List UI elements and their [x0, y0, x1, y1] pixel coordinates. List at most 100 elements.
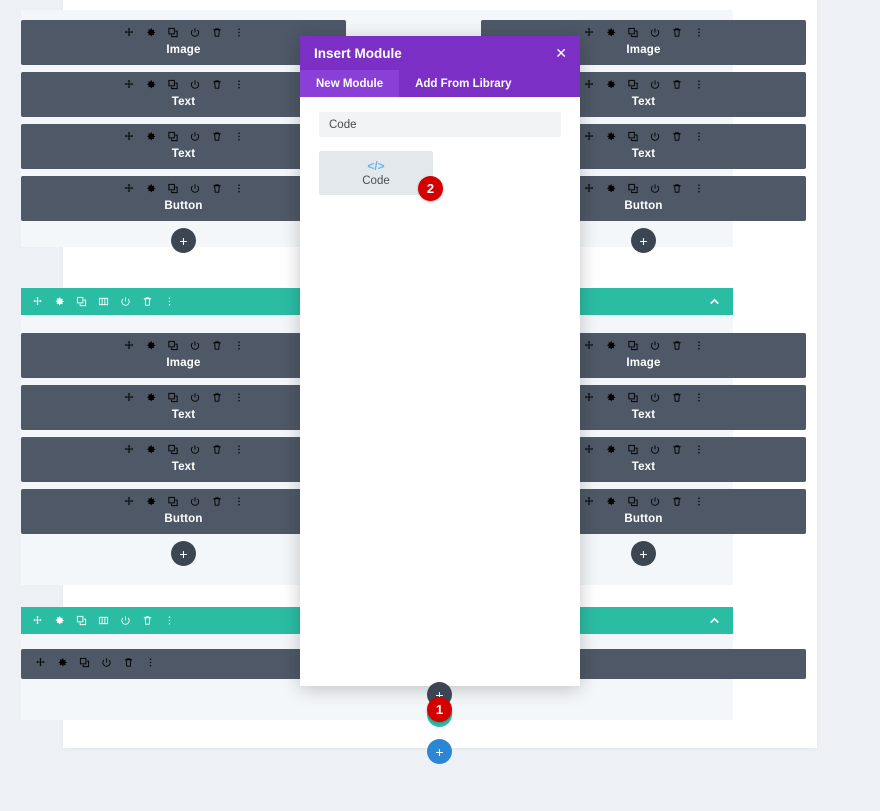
- move-icon[interactable]: [583, 392, 594, 403]
- delete-icon[interactable]: [211, 183, 222, 194]
- more-icon[interactable]: [233, 392, 244, 403]
- section-one-column-left[interactable]: Image Text Text Button +: [21, 20, 346, 253]
- duplicate-icon[interactable]: [76, 296, 87, 307]
- settings-icon[interactable]: [145, 496, 156, 507]
- module-toolbar[interactable]: [123, 392, 244, 403]
- module-toolbar[interactable]: [583, 496, 704, 507]
- more-icon[interactable]: [233, 340, 244, 351]
- duplicate-icon[interactable]: [627, 392, 638, 403]
- toggle-icon[interactable]: [649, 131, 660, 142]
- move-icon[interactable]: [583, 131, 594, 142]
- code-module-card[interactable]: </> Code: [319, 151, 433, 195]
- module-toolbar[interactable]: [583, 27, 704, 38]
- toggle-icon[interactable]: [649, 183, 660, 194]
- columns-icon[interactable]: [98, 296, 109, 307]
- more-icon[interactable]: [233, 131, 244, 142]
- move-icon[interactable]: [123, 27, 134, 38]
- settings-icon[interactable]: [145, 340, 156, 351]
- duplicate-icon[interactable]: [627, 27, 638, 38]
- duplicate-icon[interactable]: [167, 340, 178, 351]
- delete-icon[interactable]: [123, 657, 134, 668]
- more-icon[interactable]: [233, 27, 244, 38]
- more-icon[interactable]: [164, 615, 175, 626]
- module-toolbar[interactable]: [123, 27, 244, 38]
- duplicate-icon[interactable]: [167, 496, 178, 507]
- move-icon[interactable]: [123, 444, 134, 455]
- close-icon[interactable]: ✕: [555, 46, 567, 60]
- move-icon[interactable]: [583, 340, 594, 351]
- module-toolbar[interactable]: [583, 131, 704, 142]
- module-text[interactable]: Text: [21, 124, 346, 169]
- toggle-icon[interactable]: [189, 496, 200, 507]
- columns-icon[interactable]: [98, 615, 109, 626]
- tab-new-module[interactable]: New Module: [300, 70, 400, 97]
- more-icon[interactable]: [145, 657, 156, 668]
- move-icon[interactable]: [123, 183, 134, 194]
- more-icon[interactable]: [693, 183, 704, 194]
- delete-icon[interactable]: [211, 79, 222, 90]
- module-toolbar[interactable]: [583, 79, 704, 90]
- settings-icon[interactable]: [605, 27, 616, 38]
- modal-tabs[interactable]: New Module Add From Library: [300, 70, 580, 97]
- duplicate-icon[interactable]: [167, 27, 178, 38]
- duplicate-icon[interactable]: [627, 79, 638, 90]
- delete-icon[interactable]: [671, 340, 682, 351]
- move-icon[interactable]: [123, 79, 134, 90]
- toggle-icon[interactable]: [120, 296, 131, 307]
- move-icon[interactable]: [123, 340, 134, 351]
- module-toolbar[interactable]: [123, 183, 244, 194]
- delete-icon[interactable]: [211, 496, 222, 507]
- toggle-icon[interactable]: [649, 496, 660, 507]
- toggle-icon[interactable]: [189, 131, 200, 142]
- more-icon[interactable]: [693, 444, 704, 455]
- search-input[interactable]: [319, 112, 561, 137]
- toggle-icon[interactable]: [649, 79, 660, 90]
- module-toolbar[interactable]: [583, 444, 704, 455]
- settings-icon[interactable]: [605, 131, 616, 142]
- module-toolbar[interactable]: [123, 444, 244, 455]
- move-icon[interactable]: [32, 296, 43, 307]
- add-module-button[interactable]: +: [631, 541, 656, 566]
- section-three-column-left[interactable]: [21, 649, 346, 686]
- more-icon[interactable]: [164, 296, 175, 307]
- move-icon[interactable]: [123, 392, 134, 403]
- settings-icon[interactable]: [145, 79, 156, 90]
- settings-icon[interactable]: [605, 79, 616, 90]
- delete-icon[interactable]: [671, 131, 682, 142]
- more-icon[interactable]: [693, 496, 704, 507]
- module-text[interactable]: Text: [21, 437, 346, 482]
- chevron-up-icon[interactable]: [708, 295, 721, 308]
- settings-icon[interactable]: [605, 183, 616, 194]
- toggle-icon[interactable]: [189, 27, 200, 38]
- more-icon[interactable]: [233, 444, 244, 455]
- duplicate-icon[interactable]: [167, 444, 178, 455]
- delete-icon[interactable]: [671, 27, 682, 38]
- settings-icon[interactable]: [605, 340, 616, 351]
- toggle-icon[interactable]: [649, 444, 660, 455]
- more-icon[interactable]: [233, 79, 244, 90]
- more-icon[interactable]: [693, 340, 704, 351]
- more-icon[interactable]: [693, 79, 704, 90]
- settings-icon[interactable]: [145, 392, 156, 403]
- move-icon[interactable]: [583, 79, 594, 90]
- settings-icon[interactable]: [145, 27, 156, 38]
- move-icon[interactable]: [583, 27, 594, 38]
- more-icon[interactable]: [233, 183, 244, 194]
- module-toolbar[interactable]: [123, 340, 244, 351]
- section-two-column-left[interactable]: Image Text Text Button +: [21, 333, 346, 566]
- module-image[interactable]: Image: [21, 20, 346, 65]
- delete-icon[interactable]: [671, 392, 682, 403]
- more-icon[interactable]: [693, 392, 704, 403]
- toggle-icon[interactable]: [649, 392, 660, 403]
- settings-icon[interactable]: [605, 444, 616, 455]
- add-section-floating[interactable]: +: [427, 739, 452, 764]
- module-toolbar[interactable]: [583, 340, 704, 351]
- delete-icon[interactable]: [211, 27, 222, 38]
- duplicate-icon[interactable]: [627, 131, 638, 142]
- insert-module-modal[interactable]: Insert Module ✕ New Module Add From Libr…: [300, 36, 580, 686]
- add-module-button[interactable]: +: [171, 541, 196, 566]
- module-toolbar[interactable]: [123, 79, 244, 90]
- add-module-button[interactable]: +: [171, 228, 196, 253]
- toggle-icon[interactable]: [189, 340, 200, 351]
- toggle-icon[interactable]: [189, 183, 200, 194]
